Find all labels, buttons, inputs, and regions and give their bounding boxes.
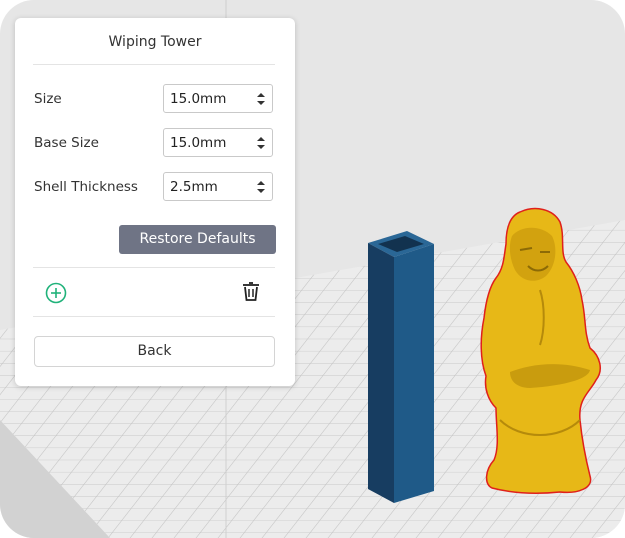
size-stepper[interactable]: 15.0mm	[163, 84, 273, 113]
shell-thickness-stepper[interactable]: 2.5mm	[163, 172, 273, 201]
up-down-arrows-icon[interactable]	[256, 180, 266, 194]
restore-defaults-button[interactable]: Restore Defaults	[119, 225, 276, 254]
base-size-stepper[interactable]: 15.0mm	[163, 128, 273, 157]
size-value[interactable]: 15.0mm	[170, 91, 226, 107]
base-size-value[interactable]: 15.0mm	[170, 135, 226, 151]
add-circle-icon[interactable]	[45, 282, 67, 304]
up-down-arrows-icon[interactable]	[256, 136, 266, 150]
divider	[33, 316, 275, 317]
divider	[33, 64, 275, 65]
shell-thickness-label: Shell Thickness	[34, 179, 138, 195]
panel-title: Wiping Tower	[108, 34, 202, 50]
trash-icon[interactable]	[240, 281, 262, 303]
size-label: Size	[34, 91, 62, 107]
up-down-arrows-icon[interactable]	[256, 92, 266, 106]
back-button[interactable]: Back	[34, 336, 275, 367]
shell-thickness-value[interactable]: 2.5mm	[170, 179, 218, 195]
divider	[33, 267, 275, 268]
wiping-tower-model	[368, 231, 434, 503]
base-size-label: Base Size	[34, 135, 99, 151]
wiping-tower-panel: Wiping Tower Size 15.0mm Base Size 15.0m…	[15, 18, 295, 386]
